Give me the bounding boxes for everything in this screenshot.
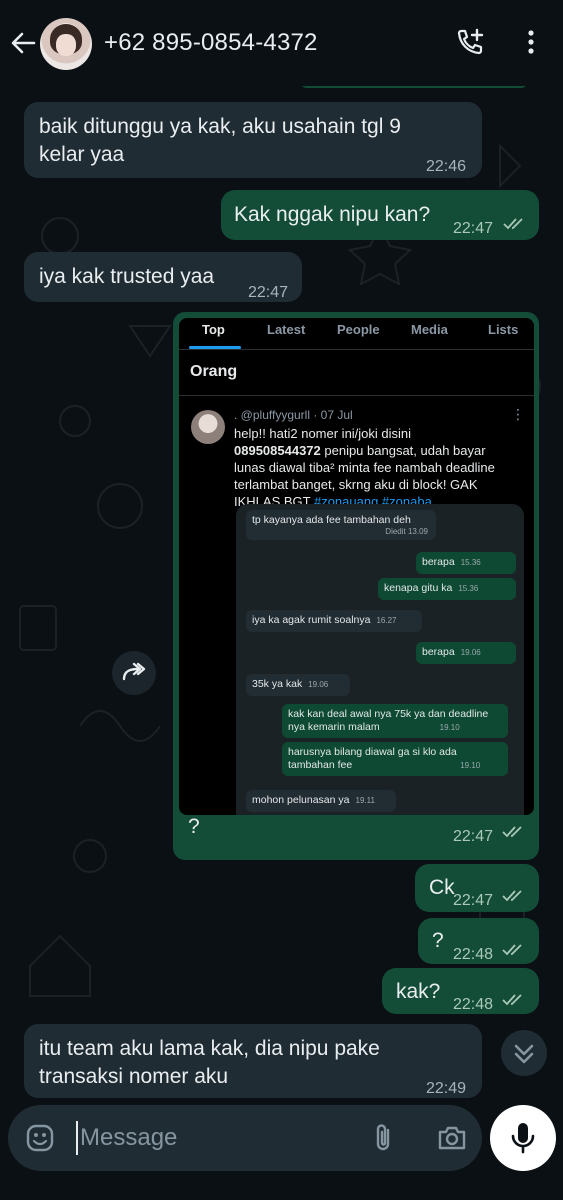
message-bubble-out[interactable]: Kak nggak nipu kan? 22:47	[221, 190, 539, 240]
message-time: 22:47	[453, 892, 494, 909]
tab-top: Top	[202, 322, 225, 337]
tweet-handle: . @pluffyygurll · 07 Jul	[234, 408, 353, 422]
message-text: baik ditunggu ya kak, aku usahain tgl 9	[39, 115, 401, 138]
tab-latest: Latest	[267, 322, 306, 337]
forward-icon	[122, 662, 146, 681]
message-text: kelar yaa	[39, 143, 125, 166]
tab-people: People	[337, 322, 380, 337]
message-time: 22:48	[453, 996, 494, 1013]
message-text: Ck	[429, 876, 455, 899]
scroll-down-button[interactable]	[501, 1030, 547, 1076]
read-ticks-icon	[503, 218, 523, 230]
message-text: ?	[432, 929, 444, 952]
message-time: 22:46	[426, 158, 467, 175]
tweet-avatar	[191, 410, 225, 444]
more-vert-icon[interactable]	[515, 26, 547, 58]
inner-bubble-out: harusnya bilang diawal ga si klo ada tam…	[282, 742, 508, 776]
add-call-icon[interactable]	[454, 26, 486, 58]
read-ticks-icon	[502, 994, 522, 1006]
mic-icon	[511, 1123, 535, 1154]
inner-bubble-in: 35k ya kak 19.06	[246, 674, 350, 696]
inner-bubble-out: berapa 19.06	[416, 642, 516, 664]
back-arrow-icon[interactable]	[8, 28, 38, 58]
message-time: 22:49	[426, 1080, 467, 1097]
chat-area[interactable]: baik ditunggu ya kak, aku usahain tgl 9 …	[0, 86, 563, 1098]
image-caption: ?	[188, 815, 200, 838]
message-bubble-partial	[300, 86, 528, 88]
inner-bubble-out: berapa 15.36	[416, 552, 516, 574]
message-text: transaksi nomer aku	[39, 1065, 229, 1088]
inner-bubble-out: kenapa gitu ka 15.36	[378, 578, 516, 600]
contact-title[interactable]: +62 895-0854-4372	[104, 29, 318, 57]
message-bubble-in[interactable]: itu team aku lama kak, dia nipu pake tra…	[24, 1024, 482, 1098]
message-bubble-out[interactable]: ? 22:48	[418, 918, 539, 964]
message-bubble-out[interactable]: kak? 22:48	[382, 968, 539, 1014]
divider	[179, 395, 534, 396]
read-ticks-icon	[502, 826, 522, 838]
inner-chat-screenshot: tp kayanya ada fee tambahan deh Diedit 1…	[236, 504, 524, 815]
message-bubble-out[interactable]: Ck 22:47	[415, 864, 539, 912]
tab-lists: Lists	[488, 322, 519, 337]
tweet-body: help!! hati2 nomer ini/joki disini 08950…	[234, 426, 495, 509]
message-time: 22:47	[248, 284, 289, 301]
tab-underline	[189, 346, 241, 349]
avatar[interactable]	[40, 18, 92, 70]
chat-header: +62 895-0854-4372	[0, 0, 563, 86]
text-caret	[76, 1121, 78, 1155]
message-time: 22:47	[453, 220, 494, 237]
message-text: iya kak trusted yaa	[39, 265, 215, 288]
message-text: Kak nggak nipu kan?	[234, 203, 431, 226]
attach-icon[interactable]	[370, 1122, 398, 1154]
message-bubble-in[interactable]: baik ditunggu ya kak, aku usahain tgl 9 …	[24, 102, 482, 178]
scroll-down-icon	[514, 1044, 534, 1064]
read-ticks-icon	[502, 890, 522, 902]
more-icon: ⋮	[511, 406, 525, 422]
message-text: itu team aku lama kak, dia nipu pake	[39, 1037, 380, 1060]
message-bubble-in[interactable]: iya kak trusted yaa 22:47	[24, 252, 302, 302]
message-composer[interactable]: Message	[8, 1105, 482, 1171]
inner-bubble-in: iya ka agak rumit soalnya 16.27	[246, 610, 422, 632]
inner-bubble-in: mohon pelunasan ya 19.11	[246, 790, 396, 812]
inner-bubble-out: kak kan deal awal nya 75k ya dan deadlin…	[282, 704, 508, 738]
section-title: Orang	[190, 363, 238, 380]
message-time: 22:48	[453, 946, 494, 963]
forward-button[interactable]	[112, 651, 156, 695]
read-ticks-icon	[502, 944, 522, 956]
twitter-tabs: Top Latest People Media Lists	[179, 318, 534, 350]
tab-media: Media	[411, 322, 448, 337]
camera-icon[interactable]	[436, 1122, 468, 1154]
message-input[interactable]: Message	[80, 1124, 177, 1152]
mic-button[interactable]	[490, 1105, 556, 1171]
inner-bubble-in: tp kayanya ada fee tambahan deh Diedit 1…	[246, 510, 436, 540]
emoji-icon[interactable]	[24, 1122, 56, 1154]
message-time: 22:47	[453, 828, 494, 845]
message-text: kak?	[396, 980, 441, 1003]
embedded-screenshot[interactable]: Top Latest People Media Lists Orang . @p…	[179, 318, 534, 815]
